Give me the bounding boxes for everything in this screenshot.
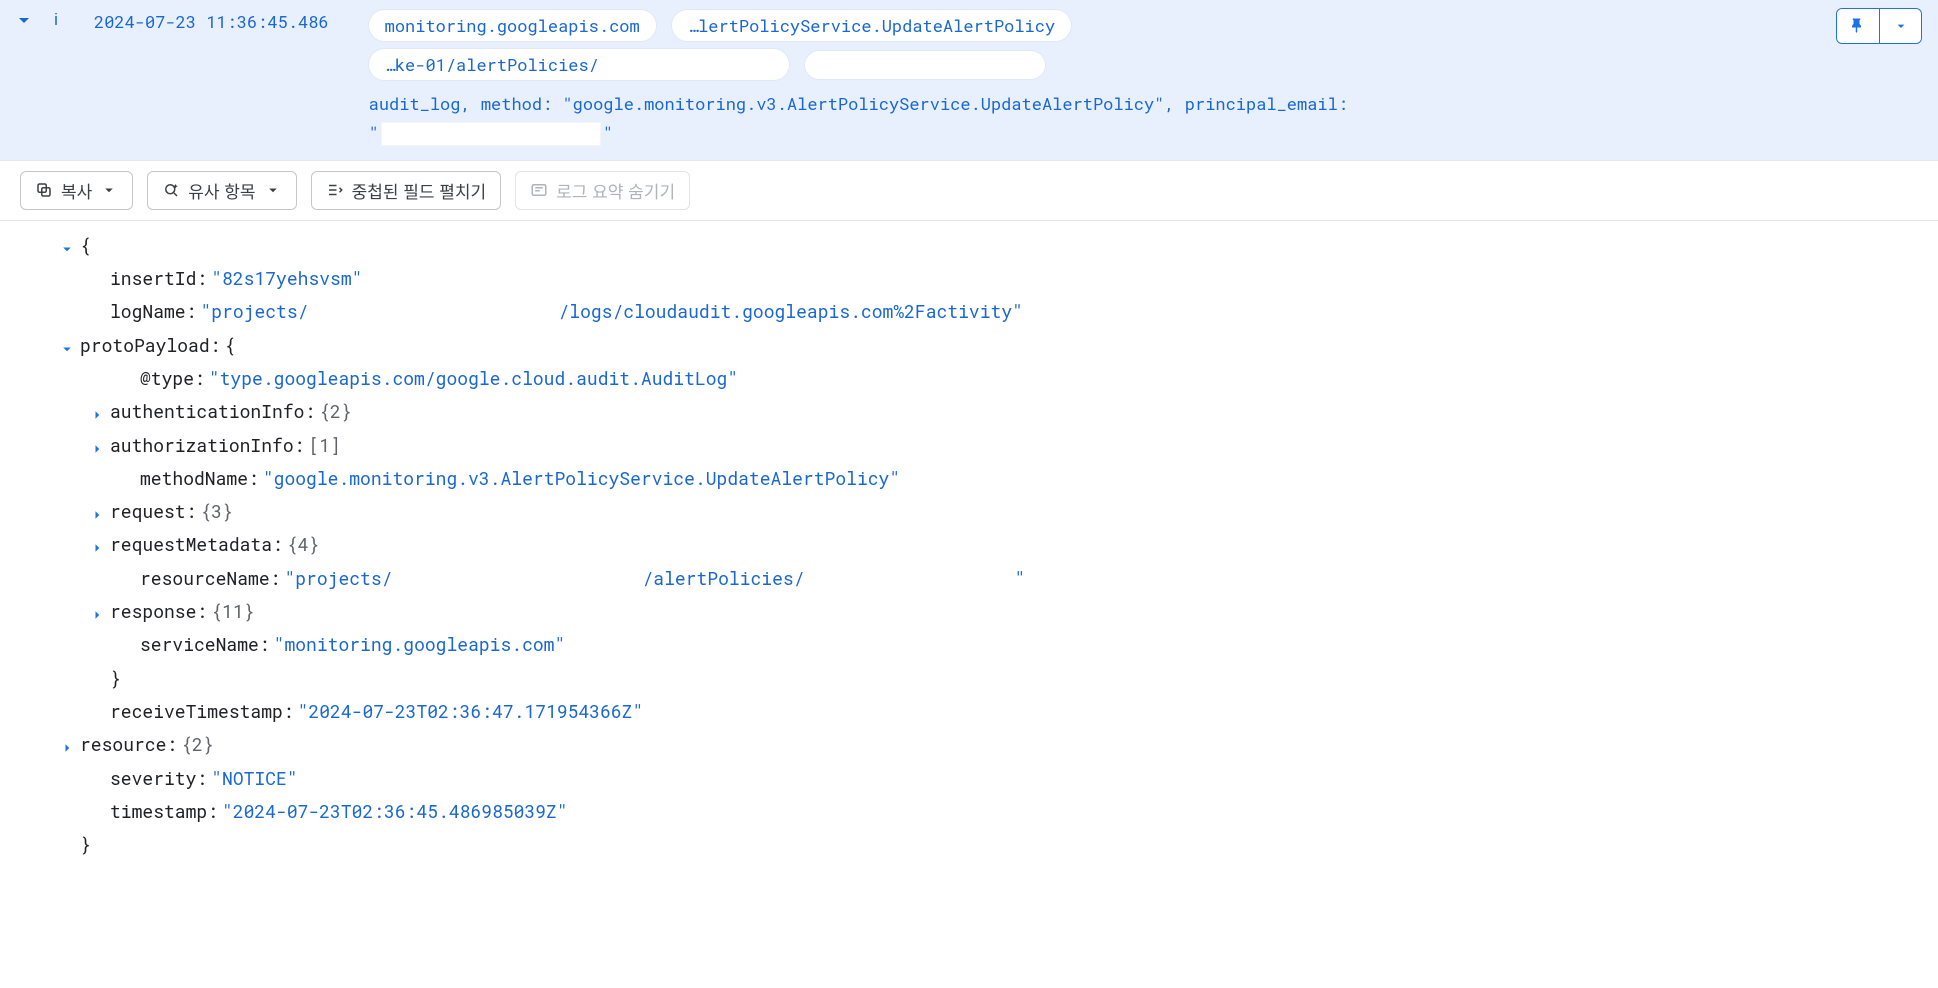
json-close-brace: } — [80, 828, 91, 861]
copy-icon — [35, 181, 53, 199]
key-type[interactable]: @type — [140, 362, 194, 395]
key-logName[interactable]: logName — [110, 295, 186, 328]
json-viewer: { insertId: "82s17yehsvsm" logName: "pro… — [0, 221, 1938, 882]
key-authorizationInfo[interactable]: authorizationInfo — [110, 429, 294, 462]
summary-area: monitoring.googleapis.com …lertPolicySer… — [369, 8, 1836, 148]
key-authenticationInfo[interactable]: authenticationInfo — [110, 395, 304, 428]
summary-icon — [530, 181, 548, 199]
val-timestamp[interactable]: "2024-07-23T02:36:45.486985039Z" — [222, 795, 568, 828]
key-request[interactable]: request — [110, 495, 186, 528]
caret-right-icon[interactable] — [88, 534, 106, 552]
val-resource[interactable]: {2} — [181, 728, 213, 761]
key-response[interactable]: response — [110, 595, 196, 628]
key-insertId[interactable]: insertId — [110, 262, 196, 295]
expand-fields-button[interactable]: 중첩된 필드 펼치기 — [311, 171, 502, 210]
protoPayload-open: { — [224, 329, 235, 362]
sparkle-search-icon — [162, 181, 180, 199]
caret-down-icon — [1893, 18, 1909, 34]
collapse-arrow-icon[interactable] — [12, 8, 36, 32]
pin-icon — [1849, 17, 1867, 35]
summary-email-close: " — [603, 121, 613, 144]
key-timestamp[interactable]: timestamp — [110, 795, 207, 828]
val-request[interactable]: {3} — [200, 495, 232, 528]
severity-letter: i — [46, 10, 66, 30]
key-requestMetadata[interactable]: requestMetadata — [110, 528, 272, 561]
val-resourceName-1[interactable]: "projects/ — [284, 562, 392, 595]
caret-down-icon[interactable] — [58, 335, 76, 353]
val-serviceName[interactable]: "monitoring.googleapis.com" — [274, 628, 566, 661]
caret-right-icon[interactable] — [88, 501, 106, 519]
val-logName-1[interactable]: "projects/ — [200, 295, 308, 328]
protoPayload-close: } — [110, 662, 121, 695]
pin-button[interactable] — [1837, 9, 1879, 43]
summary-email-redacted — [381, 122, 601, 146]
caret-down-icon[interactable] — [58, 235, 76, 253]
similar-items-button[interactable]: 유사 항목 — [147, 171, 296, 210]
key-protoPayload[interactable]: protoPayload — [80, 329, 210, 362]
chip-redacted[interactable] — [805, 51, 1045, 79]
key-severity[interactable]: severity — [110, 762, 196, 795]
caret-right-icon[interactable] — [88, 601, 106, 619]
key-receiveTimestamp[interactable]: receiveTimestamp — [110, 695, 283, 728]
expand-label: 중첩된 필드 펼치기 — [352, 178, 487, 203]
val-authenticationInfo[interactable]: {2} — [319, 395, 351, 428]
val-response[interactable]: {11} — [211, 595, 254, 628]
val-requestMetadata[interactable]: {4} — [287, 528, 319, 561]
caret-right-icon[interactable] — [58, 734, 76, 752]
key-resource[interactable]: resource — [80, 728, 166, 761]
val-authorizationInfo[interactable]: [1] — [308, 429, 340, 462]
chip-resource[interactable]: …ke-01/alertPolicies/ — [369, 49, 789, 80]
log-entry-header: i 2024-07-23 11:36:45.486 monitoring.goo… — [0, 0, 1938, 161]
log-timestamp[interactable]: 2024-07-23 11:36:45.486 — [94, 10, 329, 33]
val-resourceName-3[interactable]: " — [1015, 562, 1026, 595]
val-resourceName-2[interactable]: /alertPolicies/ — [642, 562, 804, 595]
summary-prefix: audit_log, method: — [369, 92, 563, 115]
key-methodName[interactable]: methodName — [140, 462, 248, 495]
key-serviceName[interactable]: serviceName — [140, 628, 259, 661]
summary-suffix: , principal_email: — [1164, 92, 1348, 115]
val-severity[interactable]: "NOTICE" — [211, 762, 297, 795]
pin-dropdown-button[interactable] — [1879, 9, 1921, 43]
caret-right-icon[interactable] — [88, 435, 106, 453]
hide-summary-button: 로그 요약 숨기기 — [515, 171, 690, 210]
val-insertId[interactable]: "82s17yehsvsm" — [211, 262, 362, 295]
chip-service[interactable]: monitoring.googleapis.com — [369, 10, 656, 41]
key-resourceName[interactable]: resourceName — [140, 562, 270, 595]
val-receiveTimestamp[interactable]: "2024-07-23T02:36:47.171954366Z" — [298, 695, 644, 728]
json-open-brace: { — [80, 229, 91, 262]
summary-method: "google.monitoring.v3.AlertPolicyService… — [562, 92, 1164, 115]
val-methodName[interactable]: "google.monitoring.v3.AlertPolicyService… — [263, 462, 900, 495]
caret-right-icon[interactable] — [88, 401, 106, 419]
val-type[interactable]: "type.googleapis.com/google.cloud.audit.… — [209, 362, 738, 395]
val-logName-2[interactable]: /logs/cloudaudit.googleapis.com%2Factivi… — [558, 295, 1022, 328]
summary-email-open: " — [369, 121, 379, 144]
expand-list-icon — [326, 181, 344, 199]
copy-button[interactable]: 복사 — [20, 171, 133, 210]
caret-down-icon — [264, 181, 282, 199]
hide-summary-label: 로그 요약 숨기기 — [556, 178, 675, 203]
similar-label: 유사 항목 — [188, 178, 255, 203]
log-toolbar: 복사 유사 항목 중첩된 필드 펼치기 로그 요약 숨기기 — [0, 161, 1938, 221]
summary-text: audit_log, method: "google.monitoring.v3… — [369, 90, 1836, 148]
pin-button-group — [1836, 8, 1922, 44]
copy-label: 복사 — [61, 178, 92, 203]
caret-down-icon — [100, 181, 118, 199]
chip-method[interactable]: …lertPolicyService.UpdateAlertPolicy — [672, 10, 1071, 41]
